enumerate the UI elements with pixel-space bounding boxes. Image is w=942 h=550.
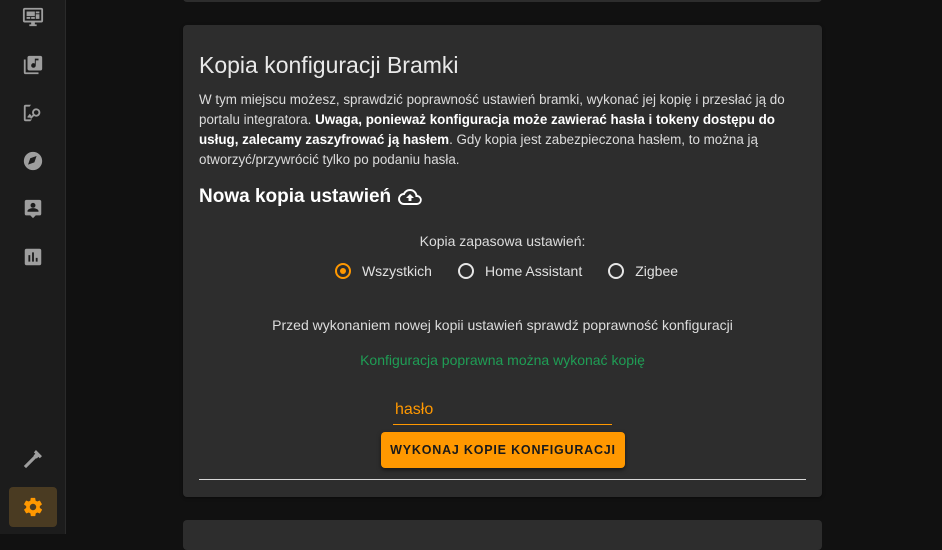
config-status-message: Konfiguracja poprawna można wykonać kopi… — [360, 352, 645, 368]
cloud-upload-icon — [398, 189, 422, 205]
create-backup-button[interactable]: WYKONAJ KOPIE KONFIGURACJI — [381, 432, 625, 468]
image-search-icon[interactable] — [9, 93, 57, 133]
sidebar — [0, 0, 66, 534]
radio-button-all[interactable] — [334, 263, 351, 279]
radio-label-home-assistant[interactable]: Home Assistant — [485, 263, 582, 279]
password-input[interactable]: hasło — [393, 398, 612, 425]
divider — [199, 479, 806, 480]
radio-option-all[interactable]: Wszystkich — [334, 263, 432, 279]
previous-card — [183, 0, 822, 2]
account-box-icon[interactable] — [9, 189, 57, 229]
main-content: Kopia konfiguracji Bramki W tym miejscu … — [66, 0, 942, 550]
next-card — [183, 520, 822, 550]
monitor-dashboard-icon[interactable] — [9, 0, 57, 37]
config-check-hint: Przed wykonaniem nowej kopii ustawień sp… — [272, 317, 733, 333]
radio-label-zigbee[interactable]: Zigbee — [635, 263, 678, 279]
radio-option-zigbee[interactable]: Zigbee — [608, 263, 678, 279]
chart-box-icon[interactable] — [9, 237, 57, 277]
gear-icon[interactable] — [9, 487, 57, 527]
card-title: Kopia konfiguracji Bramki — [199, 52, 459, 78]
backup-card: Kopia konfiguracji Bramki W tym miejscu … — [183, 25, 822, 497]
backup-scope-radio-group: Wszystkich Home Assistant Zigbee — [183, 263, 822, 279]
backup-scope-label: Kopia zapasowa ustawień: — [419, 233, 586, 249]
section-title: Nowa kopia ustawień — [199, 185, 422, 209]
radio-option-home-assistant[interactable]: Home Assistant — [457, 263, 582, 279]
radio-label-all[interactable]: Wszystkich — [362, 263, 432, 279]
radio-button-zigbee[interactable] — [608, 263, 625, 279]
password-input-value[interactable]: hasło — [395, 401, 433, 419]
section-title-text: Nowa kopia ustawień — [199, 186, 392, 207]
hammer-icon[interactable] — [9, 439, 57, 479]
compass-icon[interactable] — [9, 141, 57, 181]
music-library-icon[interactable] — [9, 45, 57, 85]
radio-button-home-assistant[interactable] — [457, 263, 474, 279]
card-description: W tym miejscu możesz, sprawdzić poprawno… — [199, 90, 799, 170]
